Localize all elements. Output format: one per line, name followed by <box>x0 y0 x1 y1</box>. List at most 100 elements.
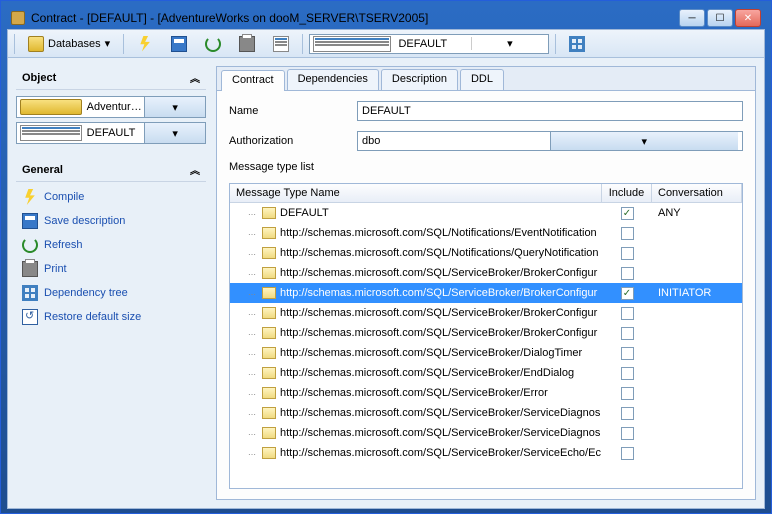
message-type-row[interactable]: http://schemas.microsoft.com/SQL/Service… <box>230 403 742 423</box>
doc-icon <box>20 125 82 141</box>
tab-dependencies[interactable]: Dependencies <box>287 69 379 90</box>
general-label: General <box>22 164 63 176</box>
message-type-name: http://schemas.microsoft.com/SQL/Service… <box>280 287 597 299</box>
database-selector[interactable]: AdventureWorks on dooM ▾ <box>16 96 206 118</box>
titlebar[interactable]: Contract - [DEFAULT] - [AdventureWorks o… <box>7 7 765 29</box>
window-title: Contract - [DEFAULT] - [AdventureWorks o… <box>31 11 679 25</box>
chevron-down-icon[interactable]: ▾ <box>144 97 205 117</box>
message-type-row[interactable]: http://schemas.microsoft.com/SQL/Service… <box>230 283 742 303</box>
tree-connector-icon <box>248 388 258 398</box>
databases-button[interactable]: Databases ▾ <box>21 33 117 55</box>
conversation-value: INITIATOR <box>652 287 742 299</box>
object-name: DEFAULT <box>85 127 145 139</box>
object-selector[interactable]: DEFAULT ▾ <box>16 122 206 144</box>
toolbar-combo[interactable]: DEFAULT ▾ <box>309 34 549 54</box>
col-header-name[interactable]: Message Type Name <box>230 184 602 202</box>
message-type-row[interactable]: DEFAULTANY <box>230 203 742 223</box>
tree-icon <box>569 36 585 52</box>
col-header-include[interactable]: Include <box>602 184 652 202</box>
include-checkbox[interactable] <box>621 247 634 260</box>
action-print[interactable]: Print <box>16 258 206 280</box>
doc-tb-button[interactable] <box>266 33 296 55</box>
authorization-value: dbo <box>362 135 550 147</box>
collapse-icon: ︽ <box>190 70 200 85</box>
chevron-down-icon[interactable]: ▾ <box>144 123 205 143</box>
include-checkbox[interactable] <box>621 287 634 300</box>
authorization-select[interactable]: dbo ▾ <box>357 131 743 151</box>
message-type-row[interactable]: http://schemas.microsoft.com/SQL/Notific… <box>230 223 742 243</box>
minimize-button[interactable]: ─ <box>679 9 705 27</box>
object-section-header[interactable]: Object ︽ <box>16 66 206 90</box>
toolbar: Databases ▾ DEFAULT ▾ <box>8 30 764 58</box>
message-type-name: http://schemas.microsoft.com/SQL/Service… <box>280 307 597 319</box>
action-compile[interactable]: Compile <box>16 186 206 208</box>
tree-tb-button[interactable] <box>562 33 592 55</box>
general-section-header[interactable]: General ︽ <box>16 158 206 182</box>
message-type-row[interactable]: http://schemas.microsoft.com/SQL/Service… <box>230 303 742 323</box>
include-checkbox[interactable] <box>621 427 634 440</box>
message-icon <box>262 447 276 459</box>
message-icon <box>262 307 276 319</box>
include-checkbox[interactable] <box>621 327 634 340</box>
col-header-conversation[interactable]: Conversation <box>652 184 742 202</box>
conversation-value: ANY <box>652 207 742 219</box>
message-type-list[interactable]: Message Type Name Include Conversation D… <box>229 183 743 489</box>
message-type-row[interactable]: http://schemas.microsoft.com/SQL/Service… <box>230 383 742 403</box>
message-type-row[interactable]: http://schemas.microsoft.com/SQL/Notific… <box>230 243 742 263</box>
include-checkbox[interactable] <box>621 227 634 240</box>
print-tb-button[interactable] <box>232 33 262 55</box>
action-dependency-tree[interactable]: Dependency tree <box>16 282 206 304</box>
tab-ddl[interactable]: DDL <box>460 69 504 90</box>
include-checkbox[interactable] <box>621 207 634 220</box>
message-type-row[interactable]: http://schemas.microsoft.com/SQL/Service… <box>230 363 742 383</box>
action-save-description[interactable]: Save description <box>16 210 206 232</box>
name-input[interactable] <box>357 101 743 121</box>
include-checkbox[interactable] <box>621 307 634 320</box>
tree-connector-icon <box>248 348 258 358</box>
include-checkbox[interactable] <box>621 267 634 280</box>
include-checkbox[interactable] <box>621 367 634 380</box>
message-type-name: http://schemas.microsoft.com/SQL/Service… <box>280 427 600 439</box>
database-icon <box>28 36 44 52</box>
content-area: Databases ▾ DEFAULT ▾ Object <box>7 29 765 509</box>
message-type-row[interactable]: http://schemas.microsoft.com/SQL/Service… <box>230 263 742 283</box>
message-type-row[interactable]: http://schemas.microsoft.com/SQL/Service… <box>230 343 742 363</box>
message-type-row[interactable]: http://schemas.microsoft.com/SQL/Service… <box>230 443 742 463</box>
tree-connector-icon <box>248 448 258 458</box>
app-icon <box>11 11 25 25</box>
action-label: Save description <box>44 215 125 227</box>
main-area: Object ︽ AdventureWorks on dooM ▾ DEFAUL… <box>8 58 764 508</box>
print-icon <box>239 36 255 52</box>
chevron-down-icon[interactable]: ▾ <box>550 132 739 150</box>
message-icon <box>262 207 276 219</box>
include-checkbox[interactable] <box>621 407 634 420</box>
include-checkbox[interactable] <box>621 387 634 400</box>
chevron-down-icon[interactable]: ▾ <box>471 37 548 50</box>
tab-description[interactable]: Description <box>381 69 458 90</box>
include-checkbox[interactable] <box>621 447 634 460</box>
tab-strip: ContractDependenciesDescriptionDDL <box>217 67 755 91</box>
message-icon <box>262 407 276 419</box>
compile-tb-button[interactable] <box>130 33 160 55</box>
tab-contract[interactable]: Contract <box>221 70 285 91</box>
message-type-list-label: Message type list <box>229 161 743 173</box>
maximize-button[interactable]: ☐ <box>707 9 733 27</box>
close-button[interactable]: ✕ <box>735 9 761 27</box>
tree-connector-icon <box>248 408 258 418</box>
databases-label: Databases <box>48 38 101 50</box>
action-label: Print <box>44 263 67 275</box>
action-label: Compile <box>44 191 84 203</box>
save-tb-button[interactable] <box>164 33 194 55</box>
action-restore-default-size[interactable]: Restore default size <box>16 306 206 328</box>
action-refresh[interactable]: Refresh <box>16 234 206 256</box>
app-window: Contract - [DEFAULT] - [AdventureWorks o… <box>0 0 772 514</box>
tree-connector-icon <box>248 208 258 218</box>
message-icon <box>262 327 276 339</box>
message-type-row[interactable]: http://schemas.microsoft.com/SQL/Service… <box>230 423 742 443</box>
include-checkbox[interactable] <box>621 347 634 360</box>
save-icon <box>171 36 187 52</box>
refresh-tb-button[interactable] <box>198 33 228 55</box>
message-icon <box>262 227 276 239</box>
tree-connector-icon <box>248 288 258 298</box>
message-type-row[interactable]: http://schemas.microsoft.com/SQL/Service… <box>230 323 742 343</box>
